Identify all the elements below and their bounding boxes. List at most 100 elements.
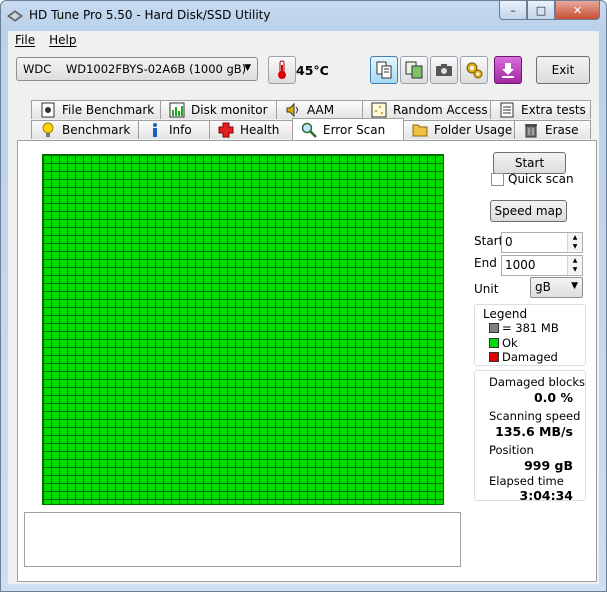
elapsed-time-value: 3:04:34 <box>519 488 574 503</box>
disk-monitor-icon <box>169 102 185 118</box>
tab-label: Info <box>169 123 192 137</box>
tab-error-scan[interactable]: Error Scan <box>292 118 404 140</box>
tab-label: Extra tests <box>521 103 586 117</box>
legend-block-size: = 381 MB <box>489 321 559 335</box>
scan-block-map <box>42 154 444 505</box>
unit-select[interactable]: gB ▼ <box>530 277 583 298</box>
legend-group: Legend = 381 MB Ok Damaged <box>474 304 586 366</box>
position-value: 999 gB <box>524 458 573 473</box>
trash-icon <box>523 122 539 138</box>
maximize-button[interactable]: □ <box>527 1 555 20</box>
maximize-icon: □ <box>535 3 547 17</box>
scan-log-box[interactable] <box>24 512 461 567</box>
options-button[interactable] <box>460 56 488 84</box>
legend-title: Legend <box>483 307 528 321</box>
chevron-down-icon: ▼ <box>571 281 578 291</box>
tab-extra-tests[interactable]: Extra tests <box>490 100 591 119</box>
start-value: 0 <box>505 235 513 249</box>
speed-map-button[interactable]: Speed map <box>490 200 567 222</box>
tab-info[interactable]: Info <box>138 120 210 139</box>
legend-damaged-label: Damaged <box>502 350 558 364</box>
menu-file[interactable]: File <box>8 31 42 51</box>
tab-row-front: Benchmark Info Health Error Scan Folder … <box>17 118 597 140</box>
quick-scan-label: Quick scan <box>508 172 574 186</box>
tab-health[interactable]: Health <box>209 120 293 139</box>
screenshot-button[interactable] <box>430 56 458 84</box>
unit-label: Unit <box>474 282 499 296</box>
drive-select-value: WDC WD1002FBYS-02A6B (1000 gB) <box>23 62 247 76</box>
scanning-speed-value: 135.6 MB/s <box>495 424 573 439</box>
toolbar: WDC WD1002FBYS-02A6B (1000 gB) ▼ 45°C Ex… <box>8 51 599 95</box>
close-button[interactable]: ✕ <box>555 1 600 20</box>
magnifier-icon <box>301 122 317 138</box>
scanning-speed-label: Scanning speed <box>489 409 581 423</box>
chevron-down-icon: ▼ <box>244 63 251 73</box>
start-spinner[interactable]: 0 ▲ ▼ <box>501 232 583 253</box>
start-label: Start <box>474 234 504 248</box>
save-button[interactable] <box>494 56 522 84</box>
tab-file-benchmark[interactable]: File Benchmark <box>31 100 161 119</box>
stats-group: Damaged blocks 0.0 % Scanning speed 135.… <box>474 370 586 503</box>
tab-benchmark[interactable]: Benchmark <box>31 120 139 139</box>
legend-ok: Ok <box>489 336 518 350</box>
end-label: End <box>474 256 497 270</box>
camera-icon <box>436 64 452 76</box>
spin-down-icon[interactable]: ▼ <box>568 265 582 274</box>
legend-damaged: Damaged <box>489 350 558 364</box>
tab-label: Error Scan <box>323 122 386 137</box>
download-arrow-icon <box>502 63 514 78</box>
tab-label: Random Access <box>393 103 488 117</box>
minimize-icon: – <box>510 3 516 17</box>
exit-button[interactable]: Exit <box>536 56 590 84</box>
app-disk-icon <box>7 10 23 22</box>
damaged-blocks-value: 0.0 % <box>533 390 573 405</box>
tab-label: Folder Usage <box>434 123 513 137</box>
window-title: HD Tune Pro 5.50 - Hard Disk/SSD Utility <box>29 8 271 22</box>
info-icon <box>147 122 163 138</box>
spin-down-icon[interactable]: ▼ <box>568 242 582 251</box>
error-scan-panel: Start Quick scan Speed map Start 0 ▲ ▼ En… <box>17 140 597 582</box>
spin-up-icon[interactable]: ▲ <box>568 256 582 265</box>
health-cross-icon <box>218 122 234 138</box>
elapsed-time-label: Elapsed time <box>489 474 564 488</box>
tab-erase[interactable]: Erase <box>514 120 591 139</box>
copy-icon <box>376 61 392 79</box>
tab-label: Health <box>240 123 280 137</box>
menu-help[interactable]: Help <box>42 31 83 51</box>
tab-random-access[interactable]: Random Access <box>362 100 491 119</box>
copy-text-button[interactable] <box>370 56 398 84</box>
legend-block-label: = 381 MB <box>502 321 559 335</box>
copy-image-icon <box>405 61 423 79</box>
start-scan-button[interactable]: Start <box>493 152 566 174</box>
client-area: File Help WDC WD1002FBYS-02A6B (1000 gB)… <box>8 31 599 584</box>
gray-swatch-icon <box>489 323 499 333</box>
end-value: 1000 <box>505 258 536 272</box>
copy-screenshot-button[interactable] <box>400 56 428 84</box>
damaged-blocks-label: Damaged blocks <box>489 375 585 389</box>
tab-label: File Benchmark <box>62 103 155 117</box>
legend-ok-label: Ok <box>502 336 518 350</box>
green-swatch-icon <box>489 338 499 348</box>
title-bar[interactable]: HD Tune Pro 5.50 - Hard Disk/SSD Utility… <box>1 1 606 30</box>
speaker-icon <box>285 102 301 118</box>
tab-label: Disk monitor <box>191 103 268 117</box>
tab-label: Erase <box>545 123 579 137</box>
lightbulb-icon <box>40 122 56 138</box>
gears-icon <box>466 62 483 79</box>
tab-aam[interactable]: AAM <box>276 100 363 119</box>
folder-icon <box>412 122 428 138</box>
position-label: Position <box>489 443 534 457</box>
tab-folder-usage[interactable]: Folder Usage <box>403 120 515 139</box>
temperature-button[interactable] <box>268 56 296 84</box>
tab-label: Benchmark <box>62 123 131 137</box>
close-icon: ✕ <box>572 3 583 17</box>
tab-disk-monitor[interactable]: Disk monitor <box>160 100 277 119</box>
temperature-readout: 45°C <box>296 63 329 78</box>
drive-select[interactable]: WDC WD1002FBYS-02A6B (1000 gB) ▼ <box>16 57 258 81</box>
tab-row-back: File Benchmark Disk monitor AAM Random A… <box>17 100 597 120</box>
quick-scan-checkbox[interactable]: Quick scan <box>491 172 574 186</box>
spin-up-icon[interactable]: ▲ <box>568 233 582 242</box>
minimize-button[interactable]: – <box>499 1 527 20</box>
menu-bar: File Help <box>8 31 599 51</box>
end-spinner[interactable]: 1000 ▲ ▼ <box>501 255 583 276</box>
